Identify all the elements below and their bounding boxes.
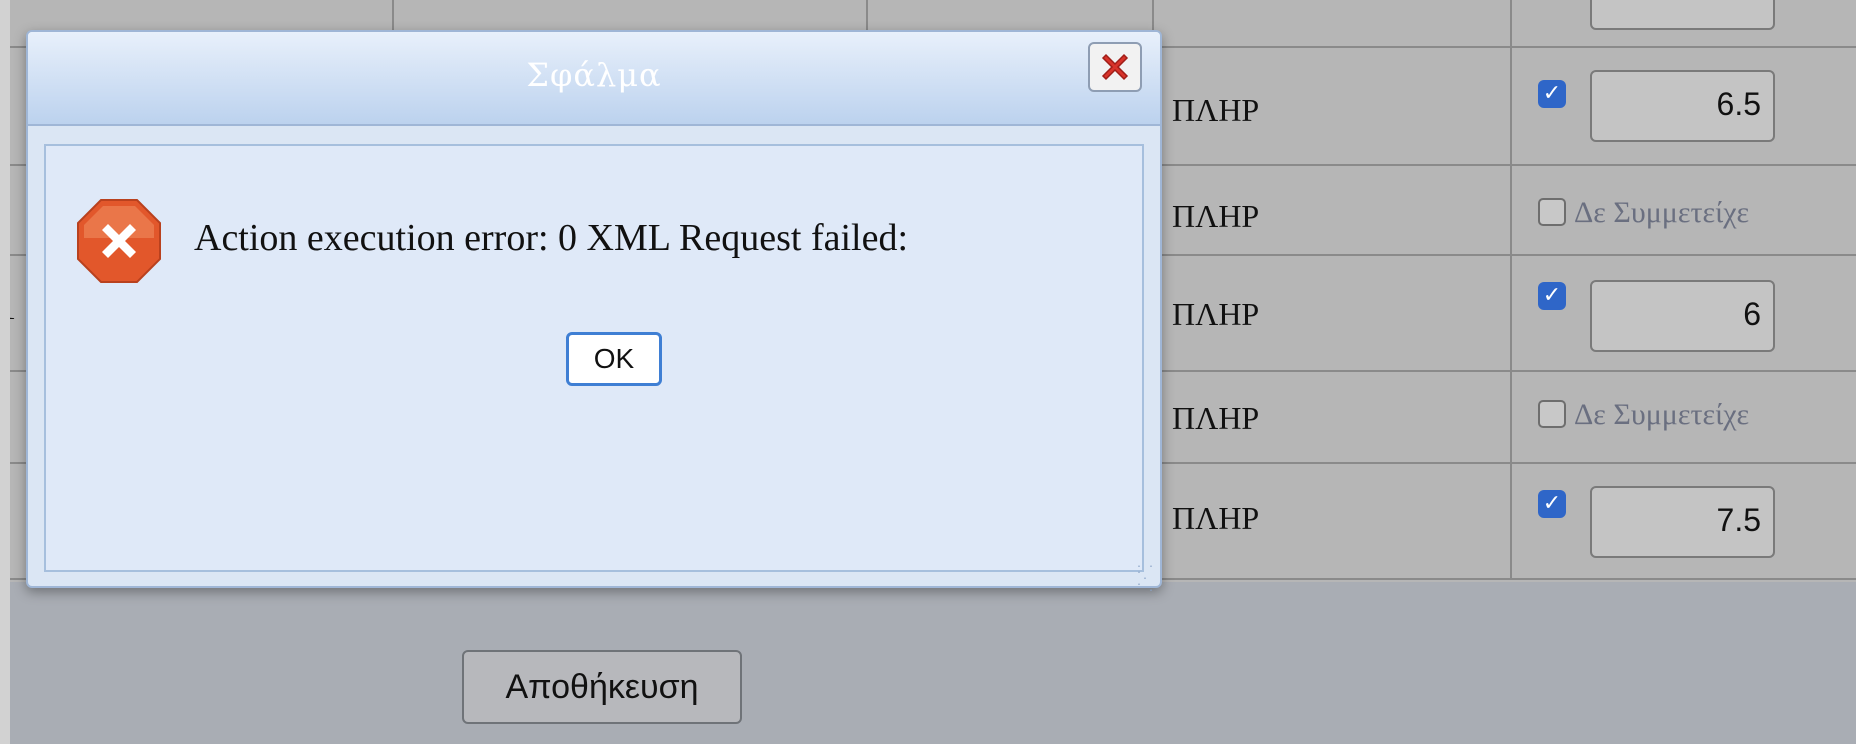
close-icon <box>1101 53 1129 81</box>
close-button[interactable] <box>1088 42 1142 92</box>
ok-button[interactable]: OK <box>566 332 662 386</box>
absent-checkbox[interactable] <box>1538 198 1566 226</box>
participated-checkbox[interactable]: ✓ <box>1538 80 1566 108</box>
status-cell: ΠΛΗΡ <box>1172 400 1260 436</box>
error-icon <box>77 199 161 283</box>
grade-input[interactable]: 6 <box>1590 280 1775 352</box>
error-dialog: Σφάλμα Action execution error: 0 XML Req… <box>26 30 1162 594</box>
dialog-body: Action execution error: 0 XML Request fa… <box>44 144 1144 572</box>
grade-input[interactable] <box>1590 0 1775 30</box>
status-cell: ΠΛΗΡ <box>1172 296 1260 332</box>
grade-input[interactable]: 7.5 <box>1590 486 1775 558</box>
absent-label: Δε Συμμετείχε <box>1574 196 1750 229</box>
status-cell: ΠΛΗΡ <box>1172 92 1260 128</box>
save-button[interactable]: Αποθήκευση <box>462 650 742 724</box>
footer-bar <box>0 582 1856 744</box>
grade-input[interactable]: 6.5 <box>1590 70 1775 142</box>
resize-grip-icon[interactable]: . . . . . . <box>1136 560 1156 594</box>
dialog-title: Σφάλμα <box>526 56 662 94</box>
participated-checkbox[interactable]: ✓ <box>1538 490 1566 518</box>
absent-label: Δε Συμμετείχε <box>1574 398 1750 431</box>
column-divider <box>1510 0 1512 580</box>
status-cell: ΠΛΗΡ <box>1172 500 1260 536</box>
absent-checkbox[interactable] <box>1538 400 1566 428</box>
participated-checkbox[interactable]: ✓ <box>1538 282 1566 310</box>
error-message: Action execution error: 0 XML Request fa… <box>194 217 909 259</box>
dialog-titlebar[interactable]: Σφάλμα <box>28 32 1160 126</box>
page-edge <box>0 0 10 744</box>
status-cell: ΠΛΗΡ <box>1172 198 1260 234</box>
